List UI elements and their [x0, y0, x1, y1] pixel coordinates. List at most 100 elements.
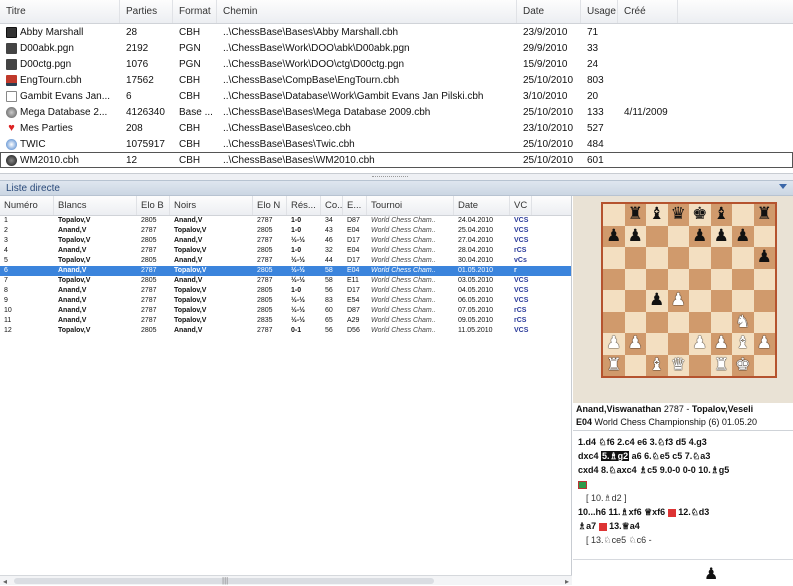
game-column-header[interactable]: Noirs	[170, 196, 253, 215]
board-square[interactable]	[667, 225, 689, 247]
board-square[interactable]	[732, 290, 754, 312]
board-square[interactable]: ♟	[710, 333, 732, 355]
list-bar-collapse-icon[interactable]	[779, 184, 787, 189]
white-king-icon[interactable]: ♚	[735, 356, 750, 374]
board-square[interactable]	[753, 290, 775, 312]
board-square[interactable]	[624, 311, 646, 333]
board-square[interactable]: ♜	[603, 354, 625, 376]
database-row[interactable]: ♥ Mes Parties 208 CBH ..\ChessBase\Bases\ceo…	[0, 120, 793, 136]
variation-line[interactable]: [ 13.♘ce5 ♘c6 -	[578, 533, 789, 547]
notation-line[interactable]: dxc4 5.♗g2 a6 6.♘e5 c5 7.♘a3	[578, 449, 789, 463]
board-square[interactable]: ♝	[710, 204, 732, 226]
database-row[interactable]: Mega Database 2... 4126340 Base ... ..\Ches…	[0, 104, 793, 120]
board-square[interactable]	[667, 333, 689, 355]
board-square[interactable]	[753, 225, 775, 247]
db-column-header[interactable]: Date	[517, 0, 581, 23]
notation-move[interactable]: a6 6.♘e5 c5 7.♘a3	[632, 451, 711, 461]
db-column-header[interactable]: Titre	[0, 0, 120, 23]
board-square[interactable]	[624, 290, 646, 312]
game-row[interactable]: 10 Anand,V 2787 Topalov,V 2805 ½-½ 60 D87 World …	[0, 306, 571, 316]
white-pawn-icon[interactable]: ♟	[628, 335, 643, 352]
game-row[interactable]: 3 Topalov,V 2805 Anand,V 2787 ½-½ 46 D17 World C…	[0, 236, 571, 246]
notation-line[interactable]: 1.d4 ♘f6 2.c4 e6 3.♘f3 d5 4.g3	[578, 435, 789, 449]
black-bishop-icon[interactable]: ♝	[714, 206, 729, 223]
notation-move[interactable]: 10...h6 11.♗xf6 ♕xf6	[578, 507, 665, 517]
board-square[interactable]: ♝	[732, 333, 754, 355]
db-column-header[interactable]: Créé	[618, 0, 678, 23]
board-square[interactable]: ♟	[624, 333, 646, 355]
board-square[interactable]: ♟	[732, 225, 754, 247]
black-pawn-icon[interactable]: ♟	[714, 227, 729, 245]
white-rook-icon[interactable]: ♜	[606, 356, 621, 374]
splitter-grip[interactable]	[372, 176, 408, 178]
notation-line[interactable]: cxd4 8.♘axc4 ♗c5 9.0-0 0-0 10.♗g5	[578, 463, 789, 477]
board-square[interactable]: ♟	[710, 225, 732, 247]
game-column-header[interactable]: Co...	[321, 196, 343, 215]
board-square[interactable]	[710, 268, 732, 290]
board-square[interactable]	[646, 268, 668, 290]
board-square[interactable]: ♜	[710, 354, 732, 376]
black-king-icon[interactable]: ♚	[692, 206, 707, 223]
game-column-header[interactable]: VC	[510, 196, 532, 215]
board-square[interactable]	[710, 247, 732, 269]
database-row[interactable]: Abby Marshall 28 CBH ..\ChessBase\Bases\Abb…	[0, 24, 793, 40]
board-square[interactable]: ♟	[624, 225, 646, 247]
board-square[interactable]: ♟	[667, 290, 689, 312]
board-square[interactable]	[646, 311, 668, 333]
black-rook-icon[interactable]: ♜	[628, 206, 643, 223]
board-square[interactable]	[710, 290, 732, 312]
game-column-header[interactable]: Elo B	[137, 196, 170, 215]
database-row[interactable]: D00ctg.pgn 1076 PGN ..\ChessBase\Work\DOO\c…	[0, 56, 793, 72]
black-pawn-icon[interactable]: ♟	[735, 227, 750, 245]
game-column-header[interactable]: Blancs	[54, 196, 137, 215]
white-pawn-icon[interactable]: ♟	[606, 335, 621, 352]
white-rook-icon[interactable]: ♜	[714, 356, 729, 374]
database-row[interactable]: D00abk.pgn 2192 PGN ..\ChessBase\Work\DOO\a…	[0, 40, 793, 56]
board-square[interactable]: ♟	[603, 333, 625, 355]
board-square[interactable]	[667, 311, 689, 333]
board-square[interactable]: ♛	[667, 354, 689, 376]
notation-line[interactable]: ♗a7 13.♕a4	[578, 519, 789, 533]
db-column-header[interactable]: Parties	[120, 0, 173, 23]
board-square[interactable]: ♝	[646, 354, 668, 376]
white-pawn-icon[interactable]: ♟	[671, 292, 686, 309]
board-square[interactable]	[689, 311, 711, 333]
board-square[interactable]	[603, 204, 625, 226]
board-square[interactable]	[603, 268, 625, 290]
board-square[interactable]: ♛	[667, 204, 689, 226]
black-bishop-icon[interactable]: ♝	[649, 206, 664, 223]
board-square[interactable]	[646, 333, 668, 355]
game-row[interactable]: 5 Topalov,V 2805 Anand,V 2787 ½-½ 44 D17 World C…	[0, 256, 571, 266]
game-column-header[interactable]: Numéro	[0, 196, 54, 215]
notation-line[interactable]: 10...h6 11.♗xf6 ♕xf6 12.♘d3	[578, 505, 789, 519]
board-square[interactable]: ♟	[646, 290, 668, 312]
board-square[interactable]: ♞	[732, 311, 754, 333]
game-column-header[interactable]: Date	[454, 196, 510, 215]
board-square[interactable]: ♟	[603, 225, 625, 247]
board-square[interactable]	[689, 354, 711, 376]
db-column-header[interactable]: Chemin	[217, 0, 517, 23]
database-row[interactable]: EngTourn.cbh 17562 CBH ..\ChessBase\CompBas…	[0, 72, 793, 88]
horizontal-scrollbar[interactable]: ◂ ||| ▸	[0, 575, 572, 586]
white-bishop-icon[interactable]: ♝	[735, 335, 750, 352]
board-square[interactable]	[624, 247, 646, 269]
board-square[interactable]	[603, 311, 625, 333]
game-column-header[interactable]: Elo N	[253, 196, 287, 215]
black-pawn-icon[interactable]: ♟	[628, 227, 643, 245]
database-row[interactable]: WM2010.cbh 12 CBH ..\ChessBase\Bases\WM2010…	[0, 152, 793, 168]
black-pawn-icon[interactable]: ♟	[649, 292, 664, 309]
game-row[interactable]: 8 Anand,V 2787 Topalov,V 2805 1-0 56 D17 World C…	[0, 286, 571, 296]
black-rook-icon[interactable]: ♜	[757, 206, 772, 223]
notation-move[interactable]: dxc4	[578, 451, 599, 461]
game-column-header[interactable]: Rés...	[287, 196, 321, 215]
board-square[interactable]: ♟	[689, 225, 711, 247]
game-row[interactable]: 11 Anand,V 2787 Topalov,V 2835 ½-½ 65 A29 World …	[0, 316, 571, 326]
black-pawn-icon[interactable]: ♟	[692, 227, 707, 245]
black-queen-icon[interactable]: ♛	[671, 206, 686, 223]
black-pawn-icon[interactable]: ♟	[606, 227, 621, 245]
board-square[interactable]	[646, 247, 668, 269]
game-row[interactable]: 9 Anand,V 2787 Topalov,V 2805 ½-½ 83 E54 World C…	[0, 296, 571, 306]
board-square[interactable]	[710, 311, 732, 333]
game-row[interactable]: 12 Topalov,V 2805 Anand,V 2787 0-1 56 D56 World …	[0, 326, 571, 336]
board-square[interactable]	[603, 290, 625, 312]
